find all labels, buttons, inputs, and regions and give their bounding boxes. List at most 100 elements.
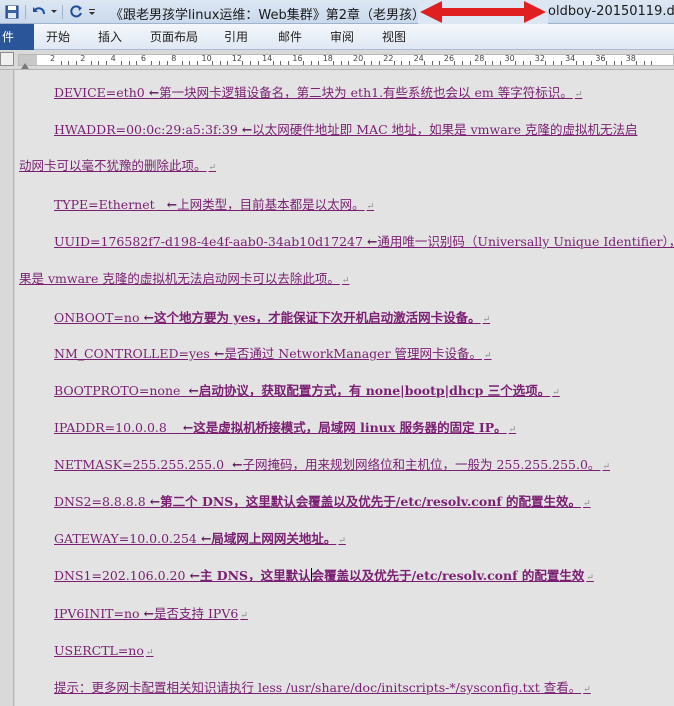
ruler-tick — [651, 61, 653, 65]
red-double-arrow-annotation — [418, 0, 548, 24]
arrow-marker: ← — [148, 85, 160, 100]
indent-marker[interactable] — [21, 63, 29, 69]
ruler-tick — [409, 61, 411, 65]
horizontal-ruler[interactable]: 2 2 4 6 8 10 12 14 16 18 20 22 24 26 28 30 32 34 36 38 — [0, 50, 674, 70]
ruler-number: 32 — [534, 54, 545, 63]
ruler-tick — [431, 61, 433, 65]
ruler-number: 26 — [443, 54, 455, 63]
config-line-userctl[interactable]: USERCTL=no ↵ — [54, 643, 153, 661]
config-line-bootproto[interactable]: BOOTPROTO=none ←启动协议，获取配置方式，有 none|bootp… — [54, 383, 560, 401]
arrow-marker: ← — [143, 310, 154, 325]
ruler-tick — [280, 61, 282, 65]
config-line-hwaddr[interactable]: HWADDR=00:0c:29:a5:3f:39 ←以太网硬件地址即 MAC 地… — [54, 122, 638, 138]
config-comment: 果是 vmware 克隆的虚拟机无法启动网卡可以去除此项。 — [19, 271, 340, 286]
document-body[interactable]: DEVICE=eth0 ←第一块网卡逻辑设备名，第二块为 eth1.有些系统也会… — [15, 70, 674, 706]
config-comment: 局域网上网网关地址。 — [211, 531, 337, 546]
ruler-tick — [545, 61, 547, 65]
arrow-marker: ← — [366, 234, 378, 249]
config-line-ipaddr[interactable]: IPADDR=10.0.0.8 ←这是虚拟机桥接模式，局域网 linux 服务器… — [54, 420, 516, 438]
ruler-number: 24 — [413, 54, 424, 63]
ruler-number: 10 — [201, 54, 212, 63]
customize-qat-button[interactable] — [86, 2, 98, 22]
ruler-tick — [401, 61, 403, 65]
ruler-tick — [189, 61, 191, 65]
config-key: DNS2=8.8.8.8 — [54, 494, 146, 509]
ruler-tick — [575, 61, 577, 65]
config-line-netmask[interactable]: NETMASK=255.255.255.0 ←子网掩码，用来规划网络位和主机位，… — [54, 457, 610, 475]
ruler-tick — [530, 61, 532, 65]
paragraph-mark: ↵ — [586, 573, 594, 583]
config-comment: 会覆盖以及优先于/etc/resolv.conf 的配置生效 — [311, 568, 585, 583]
ruler-number: 2 — [80, 54, 86, 63]
ruler-tick — [560, 61, 562, 65]
tab-selector-button[interactable] — [0, 52, 14, 66]
ruler-tick — [68, 61, 70, 65]
config-comment: 启动协议，获取配置方式，有 none|bootp|dhcp 三个选项。 — [198, 383, 551, 398]
ruler-tick — [151, 61, 153, 65]
config-line-hwaddr-cont[interactable]: 动网卡可以毫不犹豫的删除此项。 ↵ — [19, 158, 216, 176]
ruler-tick — [318, 61, 320, 65]
ruler-tick — [515, 61, 517, 65]
config-key: USERCTL=no — [54, 643, 144, 658]
paragraph-mark: ↵ — [508, 425, 517, 435]
ruler-number: 14 — [262, 54, 273, 63]
config-line-dns1[interactable]: DNS1=202.106.0.20 ←主 DNS，这里默认会覆盖以及优先于/et… — [54, 568, 594, 586]
tab-review[interactable]: 审阅 — [330, 24, 354, 50]
config-line-gateway[interactable]: GATEWAY=10.0.0.254 ←局域网上网网关地址。 ↵ — [54, 531, 346, 549]
config-tip[interactable]: 提示：更多网卡配置相关知识请执行 less /usr/share/doc/ini… — [54, 680, 591, 698]
config-comment: 第一块网卡逻辑设备名，第二块为 eth1.有些系统也会以 em 等字符标识。 — [159, 85, 573, 100]
redo-button[interactable] — [66, 2, 86, 22]
tab-home[interactable]: 开始 — [46, 24, 70, 50]
config-line-uuid[interactable]: UUID=176582f7-d198-4e4f-aab0-34ab10d1724… — [54, 234, 674, 250]
ruler-tick — [484, 61, 486, 65]
ruler-number: 6 — [140, 54, 146, 63]
arrow-marker: ← — [149, 494, 161, 509]
ruler-tick — [462, 61, 464, 65]
ruler-tick — [302, 61, 304, 65]
ruler-tick — [605, 61, 607, 65]
arrow-marker: ← — [241, 122, 253, 137]
config-comment: 通用唯一识别码（Universally Unique Identifier），如 — [377, 234, 674, 249]
tab-insert[interactable]: 插入 — [98, 24, 122, 50]
arrow-marker: ← — [188, 383, 199, 398]
config-key: HWADDR=00:0c:29:a5:3f:39 — [54, 122, 238, 137]
tab-mailings[interactable]: 邮件 — [278, 24, 302, 50]
ruler-tick — [136, 61, 138, 65]
ruler-tick — [454, 61, 456, 65]
tab-file[interactable]: 件 — [0, 24, 34, 50]
window-title-filename: oldboy-20150119.doc — [548, 4, 674, 19]
save-button[interactable] — [2, 2, 22, 22]
ruler-tick — [363, 61, 365, 65]
config-line-ipv6init[interactable]: IPV6INIT=no ←是否支持 IPV6 ↵ — [54, 606, 248, 624]
tab-page-layout[interactable]: 页面布局 — [150, 24, 198, 50]
config-line-type[interactable]: TYPE=Ethernet ←上网类型，目前基本都是以太网。 ↵ — [54, 197, 374, 215]
config-key: UUID=176582f7-d198-4e4f-aab0-34ab10d1724… — [54, 234, 363, 249]
config-line-uuid-cont[interactable]: 果是 vmware 克隆的虚拟机无法启动网卡可以去除此项。 ↵ — [19, 271, 349, 289]
ruler-tick — [393, 61, 395, 65]
ruler-tick — [272, 61, 274, 65]
config-line-device[interactable]: DEVICE=eth0 ←第一块网卡逻辑设备名，第二块为 eth1.有些系统也会… — [54, 85, 582, 103]
tab-view[interactable]: 视图 — [382, 24, 406, 50]
ruler-tick — [98, 61, 100, 65]
config-comment: 主 DNS，这里默认 — [199, 568, 311, 583]
arrow-marker: ← — [143, 606, 154, 621]
config-line-nm-controlled[interactable]: NM_CONTROLLED=yes ←是否通过 NetworkManager 管… — [54, 346, 492, 364]
ruler-track: 2 2 4 6 8 10 12 14 16 18 20 22 24 26 28 30 32 34 36 38 — [18, 54, 674, 69]
config-comment: 上网类型，目前基本都是以太网。 — [177, 197, 365, 212]
config-line-dns2[interactable]: DNS2=8.8.8.8 ←第二个 DNS，这里默认会覆盖以及优先于/etc/r… — [54, 494, 591, 512]
undo-button[interactable] — [29, 2, 49, 22]
tab-references[interactable]: 引用 — [224, 24, 248, 50]
ruler-tick — [287, 61, 289, 65]
config-comment: 动网卡可以毫不犹豫的删除此项。 — [19, 158, 207, 173]
quick-access-toolbar — [2, 2, 98, 22]
config-comment: 这是虚拟机桥接模式，局域网 linux 服务器的固定 IP。 — [193, 420, 507, 435]
ruler-tick — [340, 61, 342, 65]
ruler-tick — [590, 61, 592, 65]
paragraph-mark: ↵ — [484, 351, 492, 361]
ruler-tick — [371, 61, 373, 65]
chevron-down-icon — [51, 10, 57, 13]
ruler-tick — [469, 61, 471, 65]
config-key: IPV6INIT=no — [54, 606, 140, 621]
undo-dropdown[interactable] — [49, 2, 59, 22]
config-line-onboot[interactable]: ONBOOT=no ←这个地方要为 yes，才能保证下次开机启动激活网卡设备。 ↵ — [54, 310, 490, 328]
